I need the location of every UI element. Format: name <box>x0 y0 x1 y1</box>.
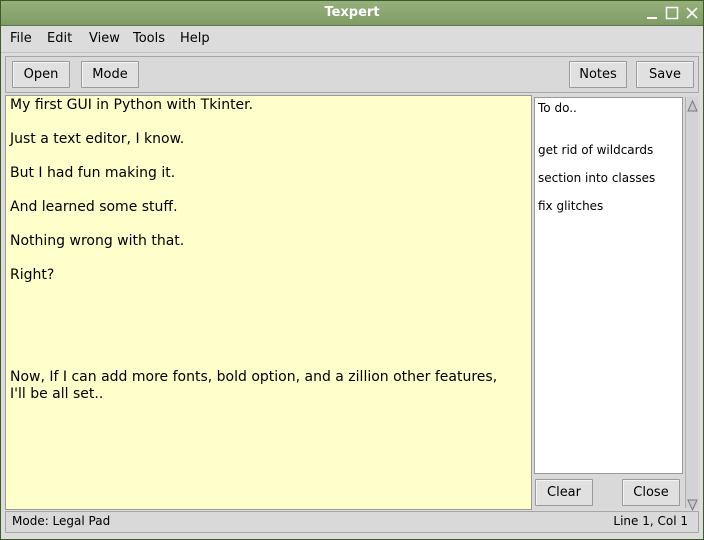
note-line: fix glitches <box>538 199 604 213</box>
editor-line: Nothing wrong with that. <box>10 233 185 249</box>
maximize-icon[interactable] <box>664 5 680 21</box>
close-notes-button[interactable]: Close <box>622 479 680 506</box>
notes-button[interactable]: Notes <box>569 61 627 88</box>
toolbar: Open Mode Notes Save <box>5 56 699 93</box>
close-icon[interactable] <box>684 5 700 21</box>
notes-text-area[interactable]: To do.. get rid of wildcards section int… <box>534 97 683 474</box>
menu-file[interactable]: File <box>10 31 32 46</box>
save-button[interactable]: Save <box>636 61 694 88</box>
note-line: section into classes <box>538 171 656 185</box>
status-bar: Mode: Legal Pad Line 1, Col 1 <box>5 511 699 533</box>
notes-panel: To do.. get rid of wildcards section int… <box>532 95 700 512</box>
main-text-editor[interactable]: My first GUI in Python with Tkinter. Jus… <box>5 95 532 510</box>
editor-line: And learned some stuff. <box>10 199 178 215</box>
editor-line: Now, If I can add more fonts, bold optio… <box>10 369 498 385</box>
editor-line: I'll be all set.. <box>10 386 104 402</box>
note-line: get rid of wildcards <box>538 143 654 157</box>
mode-button[interactable]: Mode <box>81 61 139 88</box>
editor-line: But I had fun making it. <box>10 165 176 181</box>
minimize-icon[interactable] <box>644 5 660 21</box>
menu-tools[interactable]: Tools <box>133 31 165 46</box>
editor-line: My first GUI in Python with Tkinter. <box>10 97 254 113</box>
menu-edit[interactable]: Edit <box>47 31 72 46</box>
title-bar[interactable]: Texpert <box>1 1 703 26</box>
menu-view[interactable]: View <box>89 31 120 46</box>
status-mode: Mode: Legal Pad <box>12 514 111 528</box>
menu-help[interactable]: Help <box>180 31 210 46</box>
open-button[interactable]: Open <box>12 61 70 88</box>
window-title: Texpert <box>324 5 380 20</box>
menu-bar: File Edit View Tools Help <box>1 26 703 53</box>
clear-notes-button[interactable]: Clear <box>535 479 593 506</box>
status-position: Line 1, Col 1 <box>613 514 688 528</box>
scroll-down-arrow-icon[interactable] <box>687 496 698 512</box>
editor-line: Just a text editor, I know. <box>10 131 185 147</box>
note-line: To do.. <box>538 101 577 115</box>
app-window: Texpert File Edit View Tools Help Open M… <box>0 0 704 540</box>
notes-scrollbar[interactable] <box>685 97 698 512</box>
scroll-up-arrow-icon[interactable] <box>687 97 698 112</box>
editor-line: Right? <box>10 267 55 283</box>
